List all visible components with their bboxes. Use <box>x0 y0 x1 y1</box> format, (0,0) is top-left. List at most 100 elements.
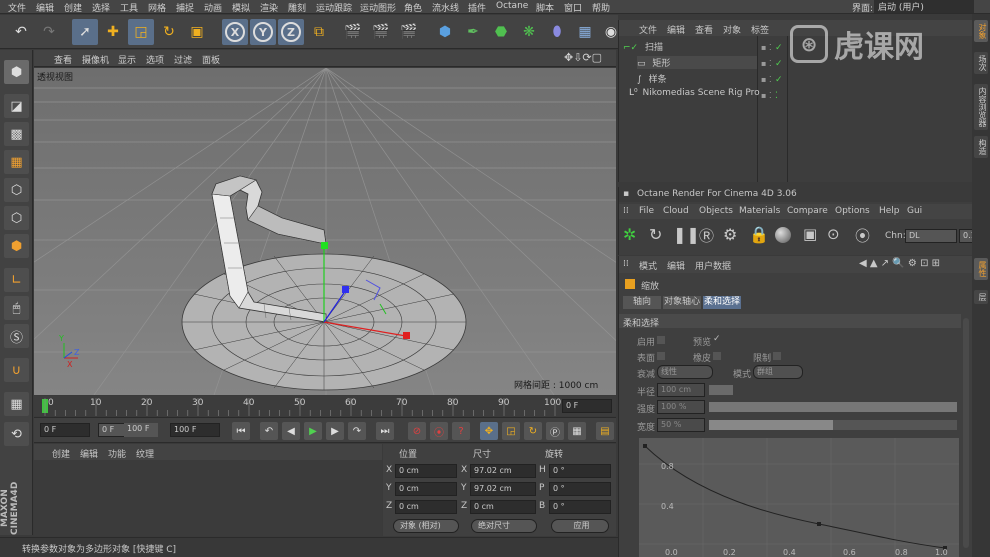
key-position-icon[interactable]: ✥ <box>480 422 498 440</box>
coord-mode-select[interactable]: 对象 (相对) <box>393 519 459 533</box>
layout-select[interactable]: 启动 (用户) <box>874 0 974 13</box>
coord-apply-button[interactable]: 应用 <box>551 519 609 533</box>
scale-tool-icon[interactable]: ◲ <box>128 19 154 45</box>
preview-checkbox[interactable]: ✓ <box>713 334 723 344</box>
select-tool-icon[interactable]: ➚ <box>72 19 98 45</box>
timeline-ruler[interactable]: 0 10 20 30 40 50 60 70 80 90 100 0 F <box>34 396 616 416</box>
recent-tool-icon[interactable]: ▣ <box>184 19 210 45</box>
octane-menu-cloud[interactable]: Cloud <box>663 206 689 216</box>
coord-pos-x-field[interactable]: 0 cm <box>395 464 457 478</box>
obj-menu-file[interactable]: 文件 <box>639 23 657 36</box>
object-row-sweep[interactable]: ⌐✓ 扫描 <box>623 40 663 53</box>
range-end-field[interactable]: 100 F <box>124 423 158 437</box>
mat-menu-edit[interactable]: 编辑 <box>80 447 98 460</box>
radius-slider[interactable] <box>709 385 733 395</box>
strength-slider[interactable] <box>709 402 957 412</box>
octane-pick-focus-icon[interactable]: ⊙ <box>827 225 840 243</box>
axis-mode-icon[interactable]: ∟ <box>4 268 29 292</box>
z-axis-lock-button[interactable]: Z <box>278 19 304 45</box>
menu-create[interactable]: 创建 <box>64 1 82 14</box>
render-picture-viewer-icon[interactable]: 🎬 <box>368 19 394 45</box>
object-row-spline[interactable]: ∫ 样条 <box>637 72 667 85</box>
redo-icon[interactable]: ↷ <box>36 19 62 45</box>
tweak-mode-icon[interactable]: 🖱 <box>4 296 29 320</box>
octane-lock-icon[interactable]: 🔒 <box>749 225 769 244</box>
timeline-end-field[interactable]: 0 F <box>562 399 612 413</box>
next-frame-icon[interactable]: ▶ <box>326 422 344 440</box>
octane-menu-gui[interactable]: Gui <box>907 206 922 216</box>
octane-menu-file[interactable]: File <box>639 206 654 216</box>
record-keys-icon[interactable]: ⊘ <box>408 422 426 440</box>
attr-menu-userdata[interactable]: 用户数据 <box>695 259 731 272</box>
play-icon[interactable]: ▶ <box>304 422 322 440</box>
attr-nav-icons[interactable]: ◀ ▲ ↗ 🔍 ⚙ ⊡ ⊞ <box>859 258 940 269</box>
attr-tab-soft-selection[interactable]: 柔和选择 <box>703 296 741 309</box>
points-mode-icon[interactable]: ⬡ <box>4 178 29 202</box>
side-tab-content-browser[interactable]: 内容浏览器 <box>974 84 988 130</box>
workplane-icon[interactable]: ▦ <box>4 150 29 174</box>
attr-tab-axis[interactable]: 轴向 <box>623 296 661 309</box>
obj-menu-object[interactable]: 对象 <box>723 23 741 36</box>
key-scale-icon[interactable]: ◲ <box>502 422 520 440</box>
perspective-viewport[interactable]: 透视视图 Y Z X 网格间距 : 1000 cm <box>34 68 616 395</box>
octane-pin-icon[interactable]: ⦿ <box>855 225 870 246</box>
octane-region-icon[interactable]: ▣ <box>803 225 817 243</box>
octane-start-render-icon[interactable]: ✲ <box>623 225 636 244</box>
coord-pos-z-field[interactable]: 0 cm <box>395 500 457 514</box>
x-axis-lock-button[interactable]: X <box>222 19 248 45</box>
coord-size-mode-select[interactable]: 绝对尺寸 <box>471 519 537 533</box>
mat-menu-create[interactable]: 创建 <box>52 447 70 460</box>
move-tool-icon[interactable]: ✚ <box>100 19 126 45</box>
menu-animate[interactable]: 动画 <box>204 1 222 14</box>
subdivision-icon[interactable]: ⬣ <box>488 19 514 45</box>
coordinate-system-icon[interactable]: ⧉ <box>306 19 332 45</box>
octane-pause-icon[interactable]: ❚❚ <box>673 225 700 244</box>
menu-help[interactable]: 帮助 <box>592 1 610 14</box>
width-field[interactable]: 50 % <box>657 418 705 432</box>
viewport-menu-panel[interactable]: 面板 <box>202 53 220 66</box>
viewport-menu-filter[interactable]: 过滤 <box>174 53 192 66</box>
side-tab-objects[interactable]: 对象 <box>974 20 988 42</box>
menu-tools[interactable]: 工具 <box>120 1 138 14</box>
edges-mode-icon[interactable]: ⬡ <box>4 206 29 230</box>
attr-scrollbar[interactable] <box>963 318 969 548</box>
coord-size-z-field[interactable]: 0 cm <box>470 500 536 514</box>
snap-icon[interactable]: Ⓢ <box>4 324 29 348</box>
radius-field[interactable]: 100 cm <box>657 383 705 397</box>
max-frame-field[interactable]: 100 F <box>170 423 220 437</box>
octane-menu-objects[interactable]: Objects <box>699 206 733 216</box>
viewport-menu-options[interactable]: 选项 <box>146 53 164 66</box>
falloff-select[interactable]: 线性 <box>657 365 713 379</box>
menu-mesh[interactable]: 网格 <box>148 1 166 14</box>
lock-workplane-icon[interactable]: ▦ <box>4 392 29 416</box>
key-param-icon[interactable]: Ⓟ <box>546 422 564 440</box>
side-tab-attributes[interactable]: 属性 <box>974 258 988 280</box>
cube-primitive-icon[interactable]: ⬢ <box>432 19 458 45</box>
menu-motion-tracking[interactable]: 运动跟踪 <box>316 1 352 14</box>
pen-spline-icon[interactable]: ✒ <box>460 19 486 45</box>
menu-mograph[interactable]: 运动图形 <box>360 1 396 14</box>
menu-plugins[interactable]: 插件 <box>468 1 486 14</box>
octane-value-field[interactable]: 0.1 <box>959 229 973 243</box>
rubber-checkbox[interactable] <box>713 352 721 360</box>
coord-size-y-field[interactable]: 97.02 cm <box>470 482 536 496</box>
obj-menu-tags[interactable]: 标签 <box>751 23 769 36</box>
menu-octane[interactable]: Octane <box>496 1 528 11</box>
coord-rot-p-field[interactable]: 0 ° <box>549 482 611 496</box>
menu-sculpt[interactable]: 雕刻 <box>288 1 306 14</box>
key-rotation-icon[interactable]: ↻ <box>524 422 542 440</box>
goto-start-icon[interactable]: ⏮ <box>232 422 250 440</box>
attr-menu-edit[interactable]: 编辑 <box>667 259 685 272</box>
menu-snap[interactable]: 捕捉 <box>176 1 194 14</box>
octane-material-ball-icon[interactable] <box>775 227 791 243</box>
enable-checkbox[interactable] <box>657 336 665 344</box>
octane-menu-help[interactable]: Help <box>879 206 900 216</box>
surface-checkbox[interactable] <box>657 352 665 360</box>
key-pla-icon[interactable]: ▦ <box>568 422 586 440</box>
side-tab-structure[interactable]: 构造 <box>974 136 988 158</box>
mat-menu-function[interactable]: 功能 <box>108 447 126 460</box>
keyframe-selection-icon[interactable]: ? <box>452 422 470 440</box>
rotate-tool-icon[interactable]: ↻ <box>156 19 182 45</box>
octane-menu-options[interactable]: Options <box>835 206 870 216</box>
deformer-icon[interactable]: ⬮ <box>544 19 570 45</box>
